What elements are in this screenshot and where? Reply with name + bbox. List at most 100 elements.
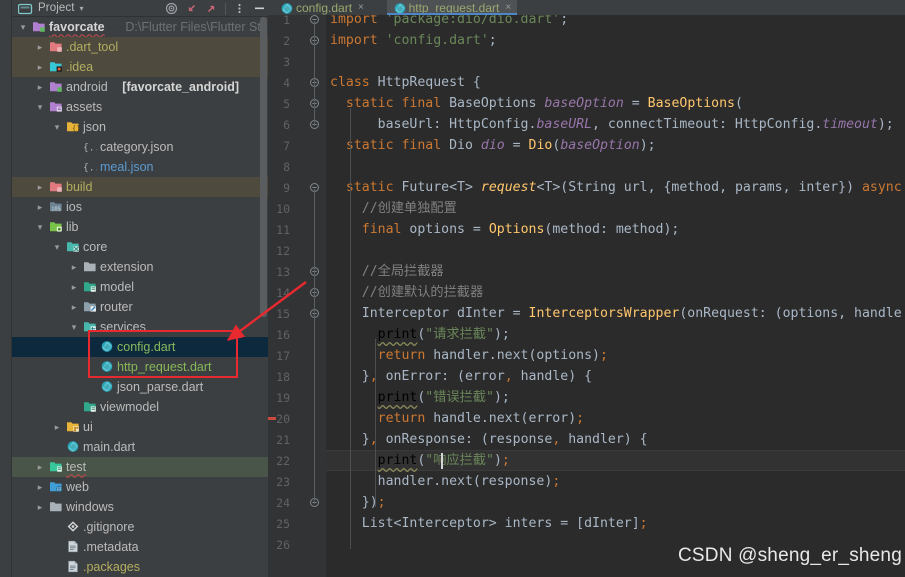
tree-node-label: build: [66, 180, 93, 194]
code-line-15[interactable]: Interceptor dInter = InterceptorsWrapper…: [330, 303, 902, 324]
chevron-down-icon[interactable]: [35, 222, 45, 232]
tree-node-.idea[interactable]: .idea: [12, 57, 268, 77]
project-tree-scrollbar[interactable]: [259, 17, 268, 577]
code-line-25[interactable]: List<Interceptor> inters = [dInter];: [330, 513, 648, 534]
code-fold-line: [314, 21, 315, 126]
tree-node-ui[interactable]: ui: [12, 417, 268, 437]
code-line-2[interactable]: import 'config.dart';: [330, 30, 497, 51]
line-number: 12: [276, 244, 290, 258]
tree-node-.packages[interactable]: .packages: [12, 557, 268, 577]
tree-node-json_parse.dart[interactable]: json_parse.dart: [12, 377, 268, 397]
editor-gutter[interactable]: 1 2 3 4 5 6 7 8 9 10 11 12 13 14 15 16 17 18 19 20 21 22 23 24 2…: [268, 15, 326, 577]
chevron-down-icon[interactable]: [35, 102, 45, 112]
folder-idea-icon: [49, 60, 63, 73]
more-options-icon[interactable]: [233, 2, 246, 15]
tree-node-test[interactable]: test: [12, 457, 268, 477]
code-line-5[interactable]: static final BaseOptions baseOption = Ba…: [330, 93, 743, 114]
tree-node-.metadata[interactable]: .metadata: [12, 537, 268, 557]
tree-node-category.json[interactable]: {..}category.json: [12, 137, 268, 157]
code-line-1[interactable]: import 'package:dio/dio.dart';: [330, 15, 568, 30]
code-line-23[interactable]: handler.next(response);: [330, 471, 561, 492]
code-line-21[interactable]: }, onResponse: (response, handler) {: [330, 429, 648, 450]
code-line-6[interactable]: baseUrl: HttpConfig.baseURL, connectTime…: [330, 114, 894, 135]
tree-node-lib[interactable]: lib: [12, 217, 268, 237]
tree-node-ios[interactable]: iOS ios: [12, 197, 268, 217]
tree-node-build[interactable]: build: [12, 177, 268, 197]
chevron-down-icon[interactable]: [69, 322, 79, 332]
folder-excluded-icon: [49, 40, 63, 53]
target-icon[interactable]: [165, 2, 178, 15]
chevron-right-icon[interactable]: [35, 462, 45, 472]
code-line-4[interactable]: class HttpRequest {: [330, 72, 481, 93]
close-icon[interactable]: ×: [505, 2, 511, 13]
code-line-7[interactable]: static final Dio dio = Dio(baseOption);: [330, 135, 656, 156]
code-token: ,: [369, 432, 378, 447]
tree-node-extension[interactable]: extension: [12, 257, 268, 277]
editor-tab-config-dart[interactable]: config.dart ×: [274, 0, 370, 15]
expand-icon[interactable]: [205, 2, 218, 15]
collapse-all-icon[interactable]: [185, 2, 198, 15]
tree-node-detail: D:\Flutter Files\Flutter Stud: [125, 20, 268, 34]
line-number: 26: [276, 538, 290, 552]
tree-node-.gitignore[interactable]: .gitignore: [12, 517, 268, 537]
code-line-14[interactable]: //创建默认的拦截器: [330, 282, 483, 303]
line-number: 22: [276, 454, 290, 468]
tree-node-config.dart[interactable]: config.dart: [12, 337, 268, 357]
code-line-24[interactable]: });: [330, 492, 386, 513]
editor-text[interactable]: import 'package:dio/dio.dart'; import 'co…: [326, 15, 905, 577]
tree-node-web[interactable]: web: [12, 477, 268, 497]
editor-tab-http_request-dart[interactable]: http_request.dart ×: [386, 0, 518, 15]
left-tool-window-strip[interactable]: [0, 0, 12, 577]
chevron-right-icon[interactable]: [35, 82, 45, 92]
chevron-right-icon[interactable]: [69, 262, 79, 272]
chevron-right-icon[interactable]: [35, 182, 45, 192]
code-line-22[interactable]: print("响应拦截");: [330, 450, 510, 471]
chevron-down-icon[interactable]: [52, 122, 62, 132]
code-line-11[interactable]: final options = Options(method: method);: [330, 219, 680, 240]
tree-node-viewmodel[interactable]: viewmodel: [12, 397, 268, 417]
tree-node-assets[interactable]: assets: [12, 97, 268, 117]
chevron-right-icon[interactable]: [35, 502, 45, 512]
code-line-18[interactable]: }, onError: (error, handle) {: [330, 366, 592, 387]
chevron-right-icon[interactable]: [69, 282, 79, 292]
code-line-16[interactable]: print("请求拦截");: [330, 324, 510, 345]
tree-node-core[interactable]: core: [12, 237, 268, 257]
code-token: (: [734, 96, 743, 111]
tree-node-services[interactable]: services: [12, 317, 268, 337]
editor-code-area[interactable]: 1 2 3 4 5 6 7 8 9 10 11 12 13 14 15 16 17 18 19 20 21 22 23 24 2…: [268, 15, 905, 577]
code-line-10[interactable]: //创建单独配置: [330, 198, 457, 219]
chevron-right-icon[interactable]: [35, 202, 45, 212]
chevron-right-icon[interactable]: [35, 482, 45, 492]
chevron-down-icon[interactable]: ▾: [80, 4, 84, 13]
close-icon[interactable]: ×: [358, 2, 364, 13]
tree-node-label: router: [100, 300, 133, 314]
chevron-right-icon[interactable]: [35, 42, 45, 52]
tree-node-meal.json[interactable]: {..}meal.json: [12, 157, 268, 177]
code-line-19[interactable]: print("错误拦截");: [330, 387, 510, 408]
chevron-right-icon[interactable]: [52, 422, 62, 432]
code-token: );: [493, 390, 510, 405]
tree-node-windows[interactable]: windows: [12, 497, 268, 517]
chevron-right-icon[interactable]: [69, 302, 79, 312]
project-tree[interactable]: favorcate D:\Flutter Files\Flutter Stud .…: [12, 17, 268, 577]
code-line-17[interactable]: return handler.next(options);: [330, 345, 608, 366]
tree-node-json[interactable]: {}json: [12, 117, 268, 137]
tree-node-http_request.dart[interactable]: http_request.dart: [12, 357, 268, 377]
chevron-right-icon[interactable]: [35, 62, 45, 72]
hide-panel-icon[interactable]: [253, 2, 266, 15]
tree-node-android[interactable]: android [favorcate_android]: [12, 77, 268, 97]
editor-tab-bar[interactable]: config.dart × http_request.dart ×: [268, 0, 905, 15]
code-token: {: [472, 75, 481, 90]
line-number: 2: [283, 34, 290, 48]
line-number: 8: [283, 160, 290, 174]
tree-node-.dart_tool[interactable]: .dart_tool: [12, 37, 268, 57]
code-line-9[interactable]: static Future<T> request<T>(String url, …: [330, 177, 902, 198]
tree-node-favorcate[interactable]: favorcate D:\Flutter Files\Flutter Stud: [12, 17, 268, 37]
code-line-20[interactable]: return handle.next(error);: [330, 408, 584, 429]
chevron-down-icon[interactable]: [18, 22, 28, 32]
tree-node-router[interactable]: router: [12, 297, 268, 317]
tree-node-model[interactable]: model: [12, 277, 268, 297]
code-line-13[interactable]: //全局拦截器: [330, 261, 444, 282]
tree-node-main.dart[interactable]: main.dart: [12, 437, 268, 457]
chevron-down-icon[interactable]: [52, 242, 62, 252]
